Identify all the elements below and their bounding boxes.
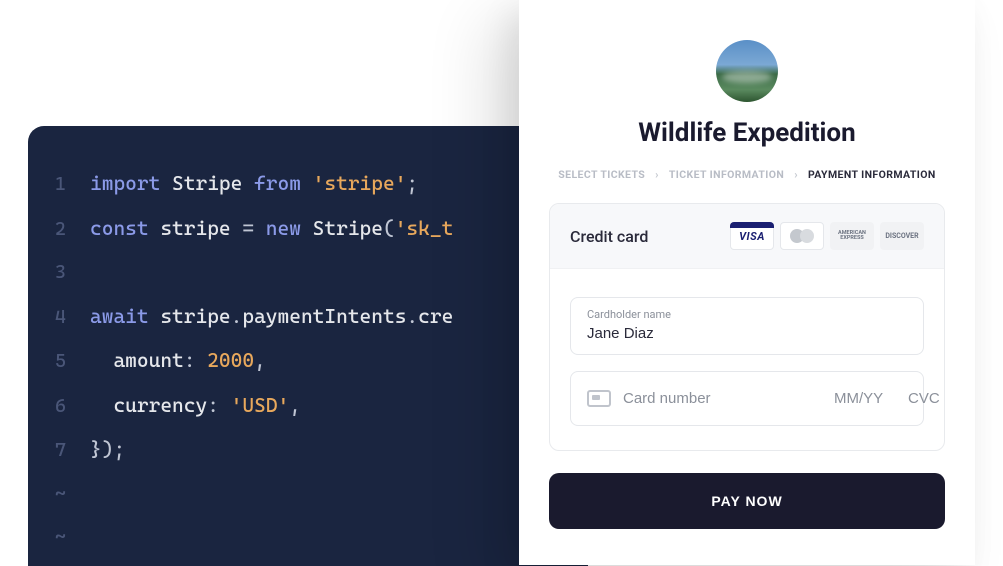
card-expiry-input[interactable]: [834, 390, 896, 407]
line-number: 2: [28, 208, 90, 252]
visa-icon: VISA: [730, 222, 774, 250]
code-line: 5 amount: 2000,: [28, 339, 588, 384]
card-details-row[interactable]: [570, 371, 924, 426]
code-line: 7});: [28, 428, 588, 473]
line-number: 1: [28, 163, 90, 207]
breadcrumb-step-ticket-information[interactable]: TICKET INFORMATION: [669, 168, 784, 181]
code-content: currency: 'USD',: [90, 384, 301, 428]
line-number: 7: [28, 429, 90, 473]
credit-card-panel: Credit card VISA AMERICAN EXPRESS DISCOV…: [549, 203, 945, 451]
credit-card-icon: [587, 390, 611, 407]
line-number: 5: [28, 340, 90, 384]
checkout-breadcrumb: SELECT TICKETS › TICKET INFORMATION › PA…: [558, 168, 935, 181]
payment-form-card: Wildlife Expedition SELECT TICKETS › TIC…: [519, 0, 975, 565]
line-number: 3: [28, 251, 90, 295]
chevron-right-icon: ›: [655, 168, 659, 181]
pay-now-button[interactable]: PAY NOW: [549, 473, 945, 529]
code-content: await stripe.paymentIntents.cre: [90, 295, 453, 339]
card-brand-icons: VISA AMERICAN EXPRESS DISCOVER: [730, 222, 924, 250]
line-number: 6: [28, 385, 90, 429]
cardholder-name-input[interactable]: [587, 325, 907, 342]
breadcrumb-step-select-tickets[interactable]: SELECT TICKETS: [558, 168, 645, 181]
credit-card-body: Cardholder name: [550, 269, 944, 450]
card-cvc-input[interactable]: [908, 390, 945, 407]
breadcrumb-step-payment-information[interactable]: PAYMENT INFORMATION: [808, 168, 936, 181]
code-editor: 1import Stripe from 'stripe';2const stri…: [28, 126, 588, 566]
code-content: amount: 2000,: [90, 339, 266, 383]
code-line: ~: [28, 473, 588, 517]
credit-card-header: Credit card VISA AMERICAN EXPRESS DISCOV…: [550, 204, 944, 269]
code-line: 4await stripe.paymentIntents.cre: [28, 295, 588, 340]
chevron-right-icon: ›: [794, 168, 798, 181]
merchant-title: Wildlife Expedition: [638, 118, 855, 148]
amex-icon: AMERICAN EXPRESS: [830, 222, 874, 250]
code-line: 2const stripe = new Stripe('sk_t: [28, 207, 588, 252]
card-number-input[interactable]: [623, 390, 822, 407]
code-content: const stripe = new Stripe('sk_t: [90, 207, 453, 251]
code-line: 1import Stripe from 'stripe';: [28, 162, 588, 207]
cardholder-name-label: Cardholder name: [587, 308, 907, 321]
code-line: ~: [28, 516, 588, 560]
code-line: 6 currency: 'USD',: [28, 384, 588, 429]
mastercard-icon: [780, 222, 824, 250]
merchant-avatar: [716, 40, 778, 102]
code-content: import Stripe from 'stripe';: [90, 162, 418, 206]
line-number: 4: [28, 296, 90, 340]
line-number: ~: [28, 516, 90, 560]
code-line: 3: [28, 251, 588, 295]
cardholder-name-field[interactable]: Cardholder name: [570, 297, 924, 355]
code-content: });: [90, 428, 125, 472]
line-number: ~: [28, 473, 90, 517]
credit-card-title: Credit card: [570, 227, 648, 246]
discover-icon: DISCOVER: [880, 222, 924, 250]
